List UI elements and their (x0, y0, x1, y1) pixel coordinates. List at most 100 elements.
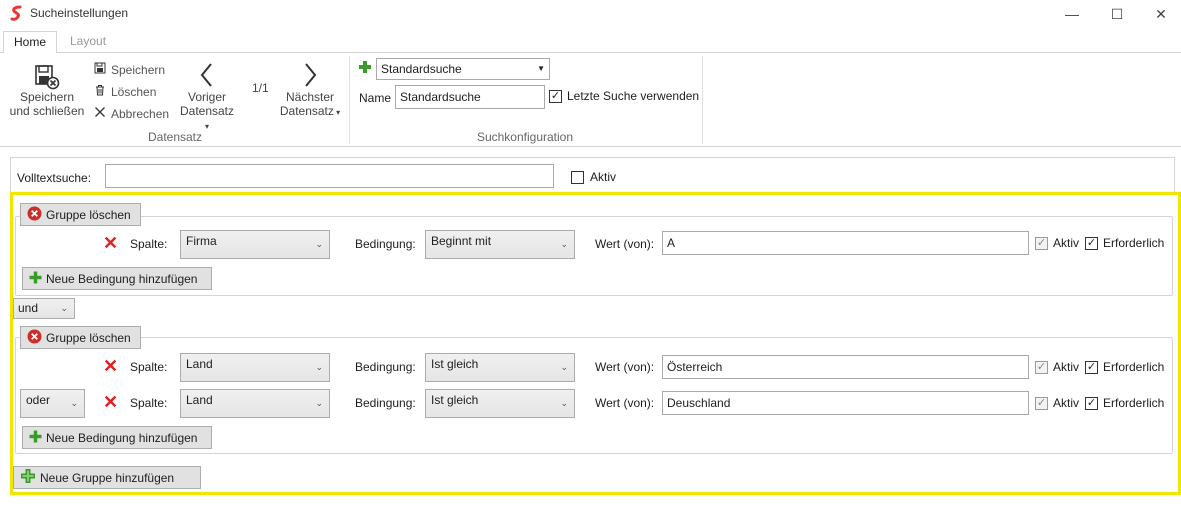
active-checkbox[interactable]: ✓ (1035, 396, 1048, 410)
active-label: Aktiv (1053, 236, 1080, 250)
plus-icon (29, 271, 42, 287)
remove-condition-icon[interactable]: ✕ (103, 357, 118, 375)
last-search-checkbox[interactable]: ✓ (549, 89, 562, 103)
next-record-button[interactable]: Nächster Datensatz ▾ (277, 62, 343, 122)
delete-circle-icon (27, 329, 42, 347)
add-search-icon[interactable] (358, 60, 372, 77)
value-input[interactable]: Deuschland (662, 391, 1029, 415)
add-condition-button-1[interactable]: Neue Bedingung hinzufügen (22, 267, 212, 290)
condition-label: Bedingung: (355, 237, 416, 251)
value-label: Wert (von): (595, 396, 655, 410)
required-checkbox[interactable]: ✓ (1085, 236, 1098, 250)
previous-record-button[interactable]: Voriger Datensatz ▾ (177, 62, 237, 131)
required-checkbox-row[interactable]: ✓ Erforderlich (1085, 396, 1164, 410)
next-label-2: Datensatz (279, 104, 334, 118)
active-checkbox[interactable]: ✓ (1035, 360, 1048, 374)
name-label: Name (359, 91, 392, 105)
remove-condition-icon[interactable]: ✕ (103, 234, 118, 252)
active-checkbox-row[interactable]: ✓ Aktiv (1035, 236, 1079, 250)
chevron-down-icon: ⌄ (60, 303, 68, 313)
last-search-label: Letzte Suche verwenden (567, 89, 700, 103)
required-checkbox[interactable]: ✓ (1085, 360, 1098, 374)
add-condition-label: Neue Bedingung hinzufügen (46, 430, 198, 445)
chevron-left-icon (177, 62, 237, 90)
required-checkbox-row[interactable]: ✓ Erforderlich (1085, 360, 1164, 374)
chevron-down-icon: ⌄ (315, 362, 323, 372)
fulltext-active-label: Aktiv (590, 170, 617, 184)
group-connector-value: und (18, 301, 39, 315)
save-close-label-1: Speichern (19, 90, 75, 104)
column-combo[interactable]: Land ⌄ (180, 353, 330, 382)
active-checkbox-row[interactable]: ✓ Aktiv (1035, 396, 1079, 410)
title-bar (0, 0, 1181, 28)
condition-connector-combo[interactable]: oder ⌄ (20, 389, 85, 418)
save-label: Speichern (111, 62, 166, 77)
previous-label-2-wrap: Datensatz ▾ (177, 104, 237, 132)
group-connector-combo[interactable]: und ⌄ (13, 298, 75, 319)
app-logo-icon (9, 5, 25, 21)
value-label: Wert (von): (595, 237, 655, 251)
condition-value: Ist gleich (431, 357, 479, 371)
fulltext-input[interactable] (105, 164, 554, 188)
maximize-button[interactable]: ☐ (1094, 0, 1140, 28)
active-checkbox-row[interactable]: ✓ Aktiv (1035, 360, 1079, 374)
save-icon (94, 62, 106, 77)
add-condition-label: Neue Bedingung hinzufügen (46, 271, 198, 286)
tab-home[interactable]: Home (3, 31, 58, 53)
value-input[interactable]: A (662, 231, 1029, 255)
remove-condition-icon[interactable]: ✕ (103, 393, 118, 411)
column-combo[interactable]: Land ⌄ (180, 389, 330, 418)
close-button[interactable]: ✕ (1138, 0, 1181, 28)
add-group-button[interactable]: Neue Gruppe hinzufügen (13, 466, 201, 489)
ribbon-separator (349, 56, 350, 144)
fulltext-active-checkbox[interactable] (571, 170, 584, 184)
condition-combo[interactable]: Ist gleich ⌄ (425, 389, 575, 418)
name-input[interactable]: Standardsuche (395, 85, 545, 109)
condition-combo[interactable]: Ist gleich ⌄ (425, 353, 575, 382)
save-and-close-button[interactable]: Speichern und schließen (8, 62, 86, 122)
required-checkbox-row[interactable]: ✓ Erforderlich (1085, 236, 1164, 250)
delete-group-button-2[interactable]: Gruppe löschen (20, 326, 141, 349)
search-config-dropdown[interactable]: Standardsuche ▼ (376, 58, 550, 80)
delete-group-button-1[interactable]: Gruppe löschen (20, 203, 141, 226)
chevron-down-icon: ⌄ (70, 398, 78, 408)
trash-icon (94, 84, 106, 99)
required-checkbox[interactable]: ✓ (1085, 396, 1098, 410)
column-value: Land (186, 393, 213, 407)
add-condition-button-2[interactable]: Neue Bedingung hinzufügen (22, 426, 212, 449)
required-label: Erforderlich (1103, 396, 1165, 410)
cancel-label: Abbrechen (111, 106, 170, 121)
fulltext-active-row[interactable]: Aktiv (571, 170, 616, 184)
condition-label: Bedingung: (355, 396, 416, 410)
delete-button[interactable]: Löschen (94, 84, 156, 99)
chevron-down-icon: ⌄ (560, 239, 568, 249)
condition-label: Bedingung: (355, 360, 416, 374)
record-position: 1/1 (252, 81, 269, 95)
column-label: Spalte: (130, 237, 168, 251)
chevron-down-icon: ⌄ (315, 398, 323, 408)
add-group-label: Neue Gruppe hinzufügen (40, 470, 175, 485)
cancel-button[interactable]: Abbrechen (94, 106, 169, 121)
tab-layout[interactable]: Layout (60, 31, 116, 53)
save-button[interactable]: Speichern (94, 62, 165, 77)
value-label: Wert (von): (595, 360, 655, 374)
search-config-value: Standardsuche (381, 62, 462, 76)
value-input[interactable]: Österreich (662, 355, 1029, 379)
next-label-1: Nächster (285, 90, 335, 104)
fulltext-label: Volltextsuche: (17, 171, 92, 185)
last-search-checkbox-row[interactable]: ✓ Letzte Suche verwenden (549, 89, 699, 103)
column-label: Spalte: (130, 396, 168, 410)
dropdown-caret-icon: ▾ (333, 108, 341, 117)
condition-connector-value: oder (26, 393, 51, 407)
active-checkbox[interactable]: ✓ (1035, 236, 1048, 250)
delete-circle-icon (27, 206, 42, 224)
add-group-plus-icon (20, 468, 36, 487)
chevron-down-icon: ⌄ (315, 239, 323, 249)
condition-combo[interactable]: Beginnt mit ⌄ (425, 230, 575, 259)
active-label: Aktiv (1053, 396, 1080, 410)
minimize-button[interactable]: — (1049, 0, 1095, 28)
column-combo[interactable]: Firma ⌄ (180, 230, 330, 259)
delete-label: Löschen (111, 84, 157, 99)
ribbon-separator (702, 56, 703, 144)
chevron-down-icon: ⌄ (560, 362, 568, 372)
